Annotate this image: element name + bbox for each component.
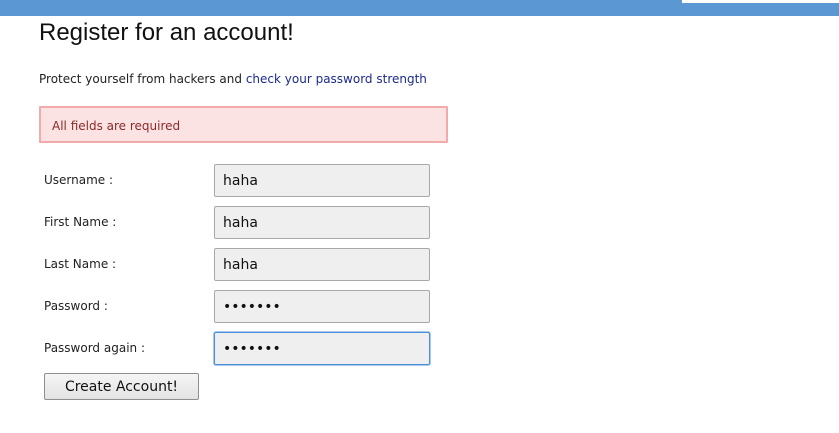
password-again-label: Password again : xyxy=(44,341,145,355)
username-input[interactable] xyxy=(214,164,430,197)
password-strength-link[interactable]: check your password strength xyxy=(246,72,427,86)
intro-text-label: Protect yourself from hackers and xyxy=(39,72,246,86)
username-label: Username : xyxy=(44,173,114,187)
first-name-label: First Name : xyxy=(44,215,117,229)
create-account-button[interactable]: Create Account! xyxy=(44,373,199,400)
password-label: Password : xyxy=(44,299,108,313)
first-name-input[interactable] xyxy=(214,206,430,239)
page-title: Register for an account! xyxy=(39,19,294,46)
top-banner-tab xyxy=(682,0,839,3)
last-name-input[interactable] xyxy=(214,248,430,281)
last-name-label: Last Name : xyxy=(44,257,117,271)
intro-text: Protect yourself from hackers and check … xyxy=(39,71,427,87)
error-alert: All fields are required xyxy=(39,106,448,143)
password-again-input[interactable] xyxy=(214,332,430,365)
error-alert-message: All fields are required xyxy=(52,119,181,133)
password-input[interactable] xyxy=(214,290,430,323)
